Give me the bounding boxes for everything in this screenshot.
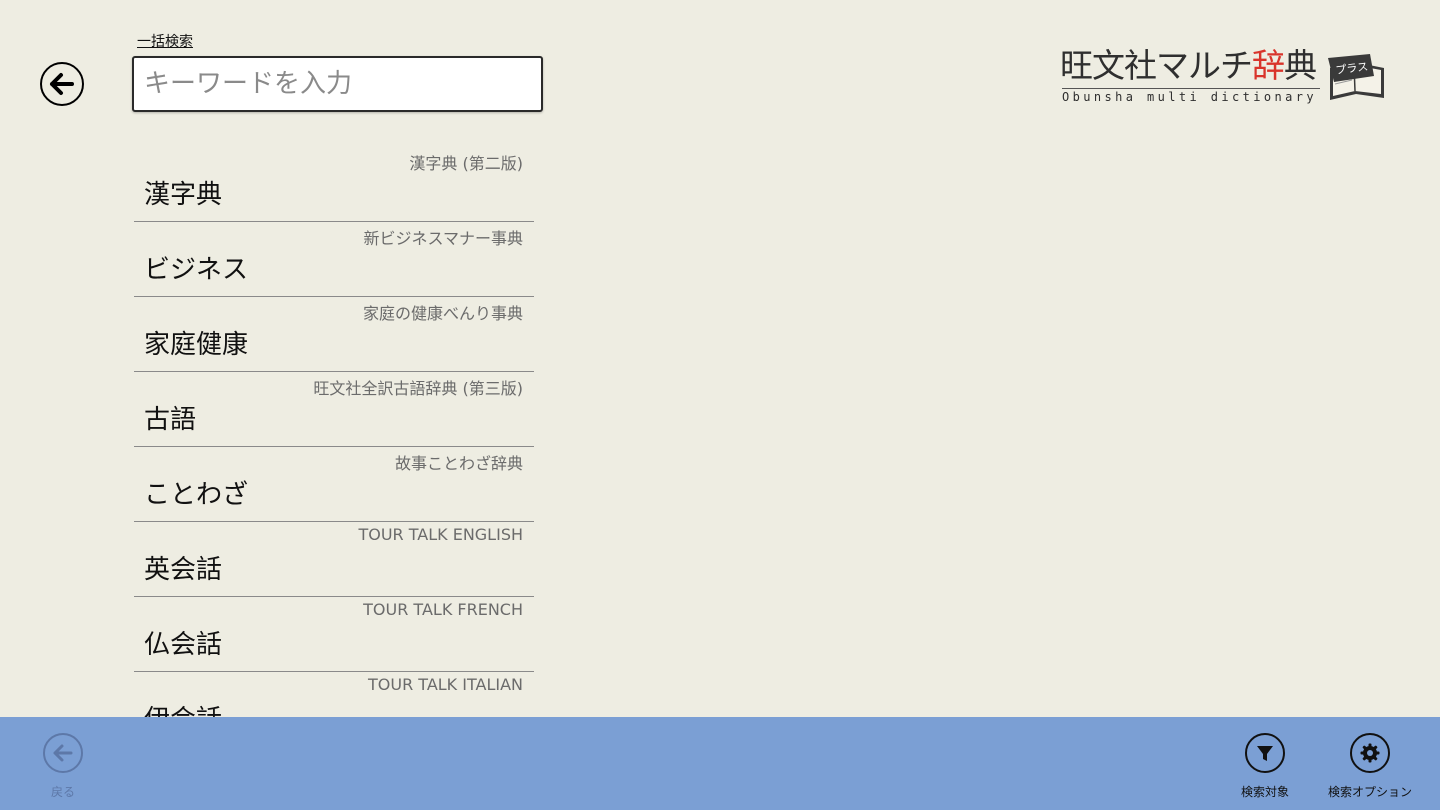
appbar-back-circle — [43, 733, 83, 773]
list-item-business[interactable]: 新ビジネスマナー事典 ビジネス — [134, 222, 534, 297]
logo-title: 旺文社マルチ辞典 — [1060, 46, 1317, 85]
dictionary-subtitle: 新ビジネスマナー事典 — [363, 229, 523, 248]
list-item-english[interactable]: TOUR TALK ENGLISH 英会話 — [134, 522, 534, 597]
arrow-left-icon — [53, 744, 73, 762]
dictionary-subtitle: TOUR TALK ENGLISH — [358, 525, 523, 544]
list-item-health[interactable]: 家庭の健康べんり事典 家庭健康 — [134, 297, 534, 372]
app-logo: 旺文社マルチ辞典 Obunsha multi dictionary プラス — [1060, 46, 1390, 116]
dictionary-title: 伊会話 — [144, 699, 222, 717]
dictionary-subtitle: TOUR TALK FRENCH — [363, 600, 523, 619]
dictionary-subtitle: TOUR TALK ITALIAN — [368, 675, 523, 694]
list-item-kanji[interactable]: 漢字典 (第二版) 漢字典 — [134, 147, 534, 222]
dictionary-title: 家庭健康 — [144, 330, 249, 360]
dictionary-list: 漢字典 (第二版) 漢字典 新ビジネスマナー事典 ビジネス 家庭の健康べんり事典… — [134, 147, 534, 717]
gear-icon — [1360, 743, 1380, 763]
dictionary-title: ビジネス — [144, 255, 249, 285]
list-item-proverbs[interactable]: 故事ことわざ辞典 ことわざ — [134, 447, 534, 522]
logo-subtitle: Obunsha multi dictionary — [1062, 90, 1317, 104]
dictionary-subtitle: 家庭の健康べんり事典 — [362, 304, 523, 323]
dictionary-subtitle: 故事ことわざ辞典 — [394, 454, 523, 473]
search-options-circle — [1350, 733, 1390, 773]
dictionary-subtitle: 旺文社全訳古語辞典 (第三版) — [313, 379, 523, 398]
list-item-italian[interactable]: TOUR TALK ITALIAN 伊会話 — [134, 672, 534, 717]
appbar-back-button[interactable]: 戻る — [18, 733, 108, 800]
search-input[interactable] — [132, 56, 543, 112]
filter-icon — [1257, 746, 1273, 761]
dictionary-subtitle: 漢字典 (第二版) — [409, 154, 523, 173]
arrow-left-icon — [50, 73, 74, 95]
search-target-circle — [1245, 733, 1285, 773]
book-icon: プラス — [1328, 54, 1384, 100]
dictionary-title: 英会話 — [144, 555, 223, 585]
list-item-classical[interactable]: 旺文社全訳古語辞典 (第三版) 古語 — [134, 372, 534, 447]
page: 一括検索 旺文社マルチ辞典 Obunsha multi dictionary プ… — [0, 0, 1440, 810]
search-target-button[interactable]: 検索対象 — [1220, 733, 1310, 800]
search-options-label: 検索オプション — [1327, 785, 1412, 799]
logo-rule — [1062, 88, 1320, 89]
dictionary-title: 古語 — [144, 405, 197, 435]
dictionary-title: 仏会話 — [144, 630, 223, 660]
app-bar: 戻る 検索対象 検索オプション — [0, 717, 1440, 810]
list-item-french[interactable]: TOUR TALK FRENCH 仏会話 — [134, 597, 534, 672]
search-label: 一括検索 — [137, 34, 193, 50]
appbar-back-label: 戻る — [50, 785, 75, 799]
search-options-button[interactable]: 検索オプション — [1325, 733, 1415, 800]
search-target-label: 検索対象 — [1240, 785, 1289, 799]
dictionary-title: 漢字典 — [144, 180, 223, 210]
dictionary-title: ことわざ — [144, 480, 249, 510]
back-button[interactable] — [40, 62, 84, 106]
